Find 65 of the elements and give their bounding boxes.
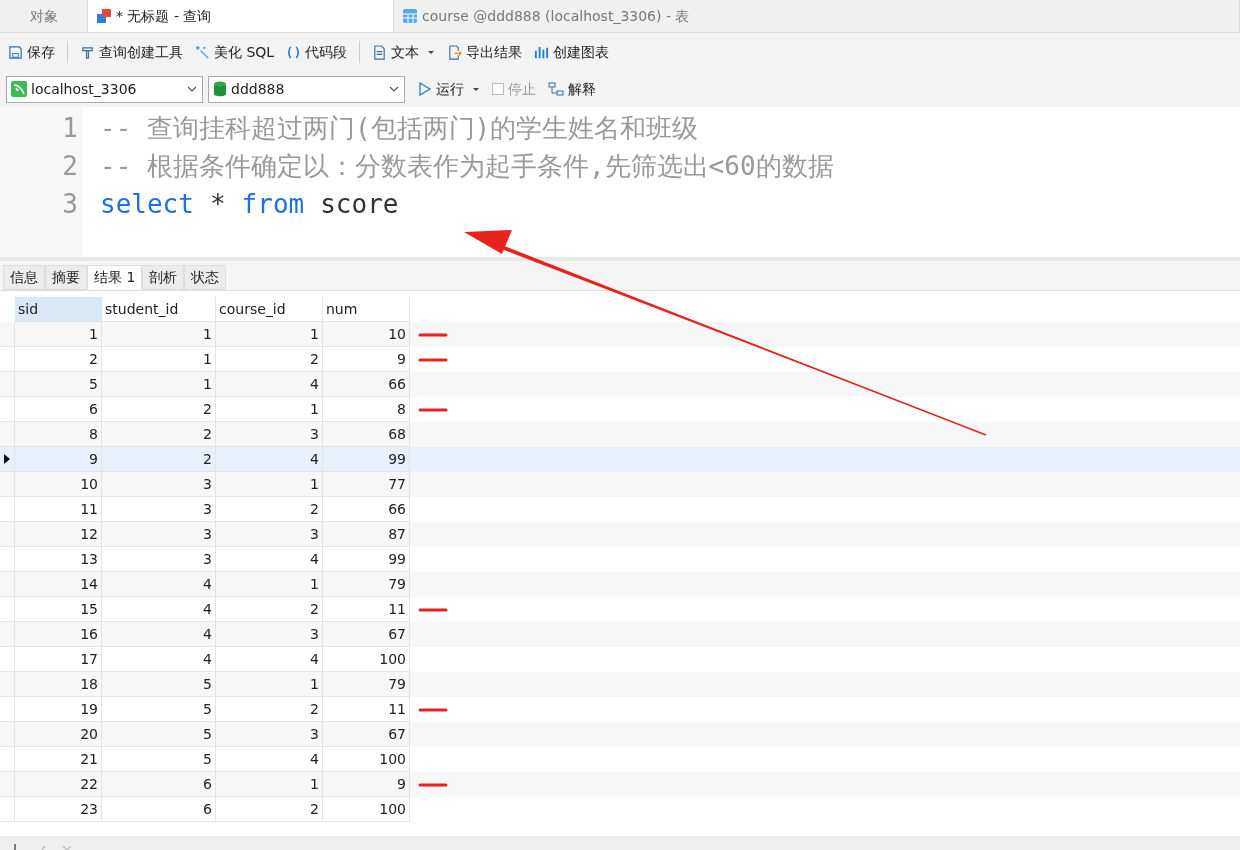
table-row[interactable]: 8 2 3 68 — [0, 422, 1240, 447]
line-number: 1 — [62, 112, 78, 145]
table-icon — [402, 8, 418, 24]
toolbar-button[interactable]: 导出结果 — [447, 41, 523, 63]
table-row[interactable]: 20 5 3 67 — [0, 722, 1240, 747]
caret-icon — [472, 85, 480, 93]
table-row[interactable]: 16 4 3 67 — [0, 622, 1240, 647]
code-text: score — [320, 188, 399, 221]
line-number: 2 — [62, 150, 78, 183]
document-tab[interactable]: 对象 — [0, 0, 88, 32]
dolphin-icon — [11, 81, 27, 97]
line-number: 3 — [62, 188, 78, 221]
table-row[interactable]: 14 4 1 79 — [0, 572, 1240, 597]
sql-editor[interactable]: -- 查询挂科超过两门(包括两门)的学生姓名和班级 -- 根据条件确定以：分数表作为起手条件,先筛选出<60的数据 select * from score — [82, 107, 1240, 257]
column-header[interactable]: student_id — [102, 297, 216, 322]
database-icon — [213, 81, 227, 97]
query-icon — [96, 8, 112, 24]
result-tab[interactable]: 摘要 — [45, 265, 87, 290]
flowchart-icon — [548, 82, 564, 96]
sql-keyword: select — [100, 188, 194, 221]
result-tab[interactable]: 信息 — [3, 265, 45, 290]
toolbar-button[interactable]: 创建图表 — [534, 41, 610, 63]
table-row[interactable]: 12 3 3 87 — [0, 522, 1240, 547]
bar-chart-icon — [534, 44, 550, 60]
table-cell: 23 — [15, 797, 102, 822]
table-row[interactable]: 22 6 1 9 — [0, 772, 1240, 797]
document-tab[interactable]: * 无标题 - 查询 — [88, 0, 394, 32]
toolbar-button[interactable]: 文本 — [372, 41, 436, 63]
parentheses-icon — [286, 44, 302, 60]
table-cell: 100 — [323, 797, 410, 822]
code-comment: -- 查询挂科超过两门(包括两门)的学生姓名和班级 — [100, 112, 700, 145]
table-row[interactable]: 10 3 1 77 — [0, 472, 1240, 497]
document-tab[interactable]: course @ddd888 (localhost_3306) - 表 — [394, 0, 1240, 32]
column-header[interactable]: sid — [15, 297, 102, 322]
play-icon — [418, 82, 432, 96]
result-tab[interactable]: 结果 1 — [87, 265, 143, 290]
code-text: * — [209, 188, 226, 221]
result-tab[interactable]: 状态 — [184, 265, 227, 290]
toolbar-button[interactable]: 代码段 — [286, 41, 348, 63]
table-row[interactable]: 1 1 1 10 — [0, 322, 1240, 347]
column-header[interactable]: course_id — [216, 297, 323, 322]
toolbar-button[interactable]: 美化 SQL — [195, 41, 275, 63]
table-cell: 6 — [102, 797, 216, 822]
checkbox-icon — [492, 83, 504, 95]
table-row[interactable]: 5 1 4 66 — [0, 372, 1240, 397]
run-bar-button[interactable]: 运行 — [418, 78, 480, 100]
close-icon[interactable] — [62, 846, 72, 850]
code-comment: -- 根据条件确定以：分数表作为起手条件,先筛选出<60的数据 — [100, 150, 835, 183]
hammer-icon — [80, 44, 95, 60]
document-icon — [372, 44, 388, 60]
magic-wand-icon — [195, 44, 210, 60]
table-row[interactable]: 9 2 4 99 — [0, 447, 1240, 472]
row-pointer-icon — [4, 454, 10, 464]
export-icon — [447, 44, 463, 60]
toolbar-button[interactable]: 保存 — [8, 41, 55, 63]
result-tab[interactable]: 剖析 — [142, 265, 185, 290]
table-cell: 2 — [216, 797, 323, 822]
toolbar-button[interactable]: 查询创建工具 — [80, 41, 183, 63]
run-bar-button[interactable]: 解释 — [548, 78, 596, 100]
connection-select[interactable]: localhost_3306 — [6, 75, 203, 103]
caret-icon — [427, 48, 436, 56]
table-row[interactable]: 18 5 1 79 — [0, 672, 1240, 697]
column-header[interactable]: num — [323, 297, 410, 322]
sql-keyword: from — [241, 188, 305, 221]
database-select[interactable]: ddd888 — [208, 75, 405, 103]
